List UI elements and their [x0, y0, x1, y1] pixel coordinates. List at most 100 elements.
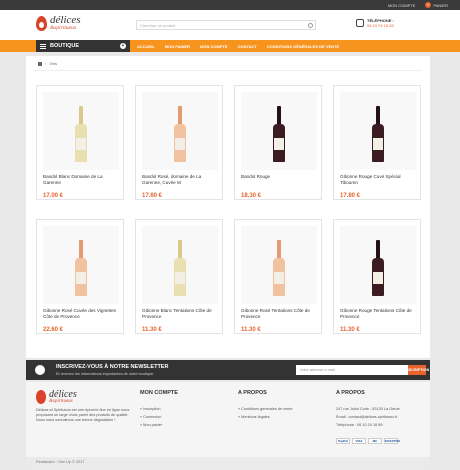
newsletter-title: INSCRIVEZ-VOUS À NOTRE NEWSLETTER	[56, 364, 169, 370]
phone-icon	[356, 19, 364, 27]
wine-bottle-icon	[75, 106, 87, 162]
boutique-menu-button[interactable]: BOUTIQUE +	[36, 40, 130, 52]
copyright-bar: Réalisation : One Up © 2017	[26, 457, 430, 470]
wine-bottle-icon	[372, 240, 384, 296]
main-nav: BOUTIQUE + ACCUEIL MON PANIER MON COMPTE…	[0, 40, 460, 52]
product-image[interactable]	[43, 92, 119, 170]
search-icon[interactable]	[308, 23, 313, 28]
phone-number: 06 10 24 18 89	[367, 23, 394, 28]
wine-bottle-icon	[174, 240, 186, 296]
phone-block: TÉLÉPHONE : 06 10 24 18 89	[356, 18, 394, 28]
footer-link-connexion[interactable]: » Connexion	[140, 413, 178, 421]
product-name[interactable]: Bandol Blanc Domaine de La Garenne	[43, 174, 121, 186]
nav-item-compte[interactable]: MON COMPTE	[200, 44, 228, 49]
product-image[interactable]	[241, 92, 317, 170]
mastercard-icon: MC	[368, 438, 382, 444]
newsletter-subtitle: Et recevez les informations importantes …	[56, 372, 155, 376]
logo-title: délices	[50, 14, 81, 26]
newsletter-submit-button[interactable]: INSCRIPTION	[405, 365, 429, 375]
product-name[interactable]: Gibonne Rouge Tentations Côte de Provenc…	[340, 308, 418, 320]
footer: délices &spiritueux Délices et Spiritueu…	[26, 382, 430, 457]
product-price: 22.60 €	[43, 327, 64, 333]
plus-icon[interactable]: +	[120, 43, 126, 49]
footer-link-mentions[interactable]: » Mentions légales	[238, 413, 292, 421]
wine-bottle-icon	[75, 240, 87, 296]
product-image[interactable]	[142, 226, 218, 304]
paypal-icon: PayPal	[336, 438, 350, 444]
nav-item-accueil[interactable]: ACCUEIL	[137, 44, 155, 49]
visa-icon: VISA	[352, 438, 366, 444]
breadcrumb: › Vins	[38, 61, 57, 66]
product-price: 17.00 €	[43, 193, 64, 199]
product-card[interactable]: Gibonne Rouge Tentations Côte de Provenc…	[333, 219, 421, 334]
footer-col-about: A PROPOS » Conditions générales de vente…	[238, 390, 292, 421]
nav-item-panier[interactable]: MON PANIER	[165, 44, 190, 49]
site-logo[interactable]: délices &spiritueux	[36, 14, 81, 31]
search-input[interactable]: Chercher un produit	[136, 20, 316, 30]
cart-link[interactable]: 0 PANIER	[425, 2, 448, 8]
product-price: 17.80 €	[340, 193, 361, 199]
footer-address: 247 rue Joliot Curie - 83130 La Garde	[336, 407, 400, 411]
wine-bottle-icon	[273, 106, 285, 162]
product-price: 18.30 €	[241, 193, 262, 199]
envelope-icon	[35, 365, 45, 375]
footer-logo-title: délices	[49, 388, 77, 400]
product-listing: › Vins Bandol Blanc Domaine de La Garenn…	[26, 56, 430, 358]
wine-bottle-icon	[372, 106, 384, 162]
cart-label: PANIER	[433, 2, 448, 8]
logo-mark-icon	[36, 390, 46, 404]
product-card[interactable]: Gibonne Blanc Tentations Côte de Provenc…	[135, 219, 223, 334]
footer-link-panier[interactable]: » Mon panier	[140, 421, 178, 429]
footer-col-title: MON COMPTE	[140, 390, 178, 396]
product-name[interactable]: Bandol Rouge	[241, 174, 319, 180]
product-name[interactable]: Gibonne Rouge Cuvé Spécial Tibouren	[340, 174, 418, 186]
nav-menu: ACCUEIL MON PANIER MON COMPTE CONTACT CO…	[137, 40, 339, 52]
newsletter-email-input[interactable]: Votre adresse e-mail	[296, 365, 408, 375]
product-image[interactable]	[142, 92, 218, 170]
product-card[interactable]: Bandol Rouge 18.30 €	[234, 85, 322, 200]
footer-phone: Téléphone : 06 10 24 18 89	[336, 423, 383, 427]
product-name[interactable]: Gibonne Rosé Cuvée des Vignettes Côte de…	[43, 308, 121, 320]
product-card[interactable]: Gibonne Rouge Cuvé Spécial Tibouren 17.80…	[333, 85, 421, 200]
footer-link-cgv[interactable]: » Conditions générales de vente	[238, 405, 292, 413]
product-price: 11.30 €	[142, 327, 162, 333]
product-image[interactable]	[340, 226, 416, 304]
footer-email[interactable]: Email : contact@delices-spiritueux.fr	[336, 413, 400, 421]
product-price: 11.30 €	[241, 327, 261, 333]
home-icon[interactable]	[38, 61, 42, 66]
product-card[interactable]: Bandol Rosé, domaine de La Garenne, Cuvé…	[135, 85, 223, 200]
footer-logo-subtitle: &spiritueux	[49, 398, 73, 404]
product-price: 11.30 €	[340, 327, 360, 333]
breadcrumb-separator: ›	[45, 61, 47, 66]
account-link[interactable]: MON COMPTE	[388, 3, 416, 8]
product-name[interactable]: Gibonne Rosé Tentations Côte de Provence	[241, 308, 319, 320]
menu-icon	[40, 43, 46, 49]
footer-col-title: A PROPOS	[238, 390, 267, 396]
cart-count: 0	[425, 2, 432, 8]
product-name[interactable]: Gibonne Blanc Tentations Côte de Provenc…	[142, 308, 220, 320]
maestro-icon: MAESTRO	[384, 438, 400, 444]
footer-logo[interactable]: délices &spiritueux	[36, 388, 77, 404]
nav-item-cgv[interactable]: CONDITIONS GÉNÉRALES DE VENTE	[267, 44, 339, 49]
top-bar: MON COMPTE 0 PANIER	[0, 0, 460, 10]
product-image[interactable]	[43, 226, 119, 304]
logo-subtitle: &spiritueux	[50, 25, 77, 31]
footer-col-account: MON COMPTE » Inscription » Connexion » M…	[140, 390, 178, 429]
boutique-label: BOUTIQUE	[50, 43, 80, 49]
footer-col-contact: A PROPOS 247 rue Joliot Curie - 83130 La…	[336, 390, 400, 429]
product-card[interactable]: Bandol Blanc Domaine de La Garenne 17.00 …	[36, 85, 124, 200]
product-card[interactable]: Gibonne Rosé Cuvée des Vignettes Côte de…	[36, 219, 124, 334]
product-price: 17.60 €	[142, 193, 163, 199]
product-card[interactable]: Gibonne Rosé Tentations Côte de Provence…	[234, 219, 322, 334]
header: délices &spiritueux Chercher un produit …	[0, 10, 460, 40]
footer-link-inscription[interactable]: » Inscription	[140, 405, 178, 413]
payment-logos: PayPal VISA MC MAESTRO	[336, 438, 400, 444]
logo-mark-icon	[36, 16, 47, 31]
breadcrumb-current: Vins	[49, 61, 58, 66]
product-image[interactable]	[340, 92, 416, 170]
divider	[34, 70, 422, 71]
product-name[interactable]: Bandol Rosé, domaine de La Garenne, Cuvé…	[142, 174, 220, 186]
footer-col-title: A PROPOS	[336, 390, 365, 396]
product-image[interactable]	[241, 226, 317, 304]
nav-item-contact[interactable]: CONTACT	[238, 44, 257, 49]
